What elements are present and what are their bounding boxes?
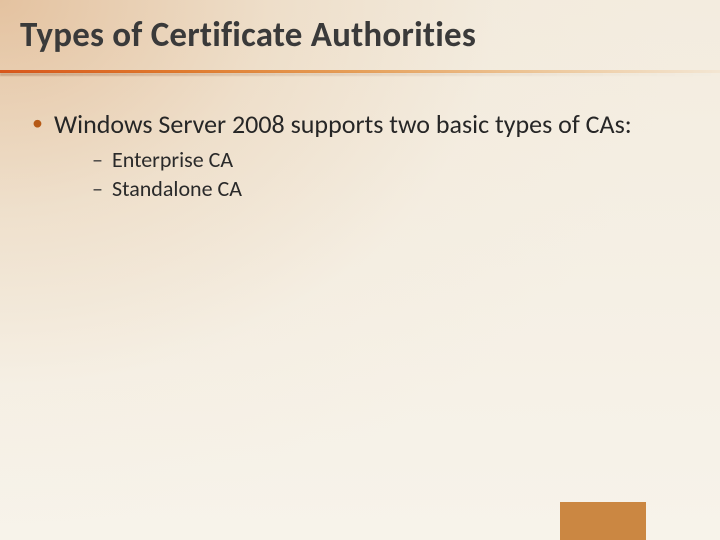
bullet-level2: Enterprise CA — [90, 145, 680, 175]
bullet-level2: Standalone CA — [90, 174, 680, 204]
slide-title: Types of Certificate Authorities — [20, 14, 476, 56]
sub-bullet-text: Standalone CA — [112, 175, 242, 202]
slide: Types of Certificate Authorities Windows… — [0, 0, 720, 540]
underline-shadow — [0, 73, 720, 76]
title-underline — [0, 70, 720, 76]
slide-body: Windows Server 2008 supports two basic t… — [28, 108, 680, 218]
bullet-level1: Windows Server 2008 supports two basic t… — [28, 108, 680, 204]
bullet-text: Windows Server 2008 supports two basic t… — [54, 108, 632, 140]
sub-bullet-group: Enterprise CA Standalone CA — [90, 145, 680, 204]
sub-bullet-text: Enterprise CA — [112, 146, 233, 173]
accent-block — [560, 502, 646, 540]
